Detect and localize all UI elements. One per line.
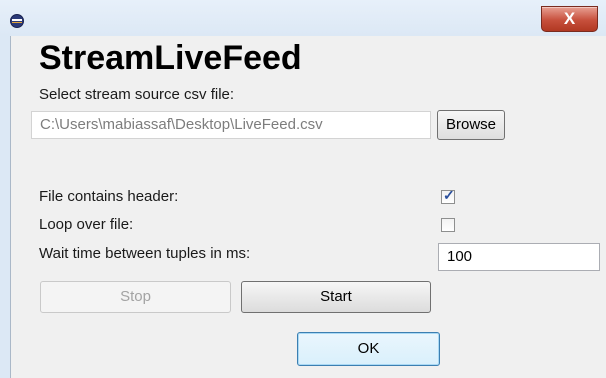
dialog-window: X StreamLiveFeed Select stream source cs… xyxy=(0,0,606,378)
loop-label: Loop over file: xyxy=(39,216,134,233)
ok-button[interactable]: OK xyxy=(297,332,440,366)
page-title: StreamLiveFeed xyxy=(39,39,302,77)
eclipse-icon xyxy=(10,14,24,28)
header-checkbox[interactable]: ✓ xyxy=(441,187,455,204)
source-file-label: Select stream source csv file: xyxy=(39,86,235,103)
title-bar[interactable]: X xyxy=(0,0,606,36)
loop-checkbox[interactable] xyxy=(441,218,455,232)
window-frame xyxy=(0,36,10,378)
wait-time-label: Wait time between tuples in ms: xyxy=(39,245,251,262)
wait-time-input[interactable]: 100 xyxy=(438,243,600,271)
source-file-path-field: C:\Users\mabiassaf\Desktop\LiveFeed.csv xyxy=(31,111,431,139)
browse-button[interactable]: Browse xyxy=(437,110,505,140)
stop-button[interactable]: Stop xyxy=(40,281,231,313)
dialog-content: StreamLiveFeed Select stream source csv … xyxy=(10,36,606,378)
header-label: File contains header: xyxy=(39,188,179,205)
checkmark-icon: ✓ xyxy=(443,187,455,203)
start-button[interactable]: Start xyxy=(241,281,431,313)
close-button[interactable]: X xyxy=(541,6,598,32)
